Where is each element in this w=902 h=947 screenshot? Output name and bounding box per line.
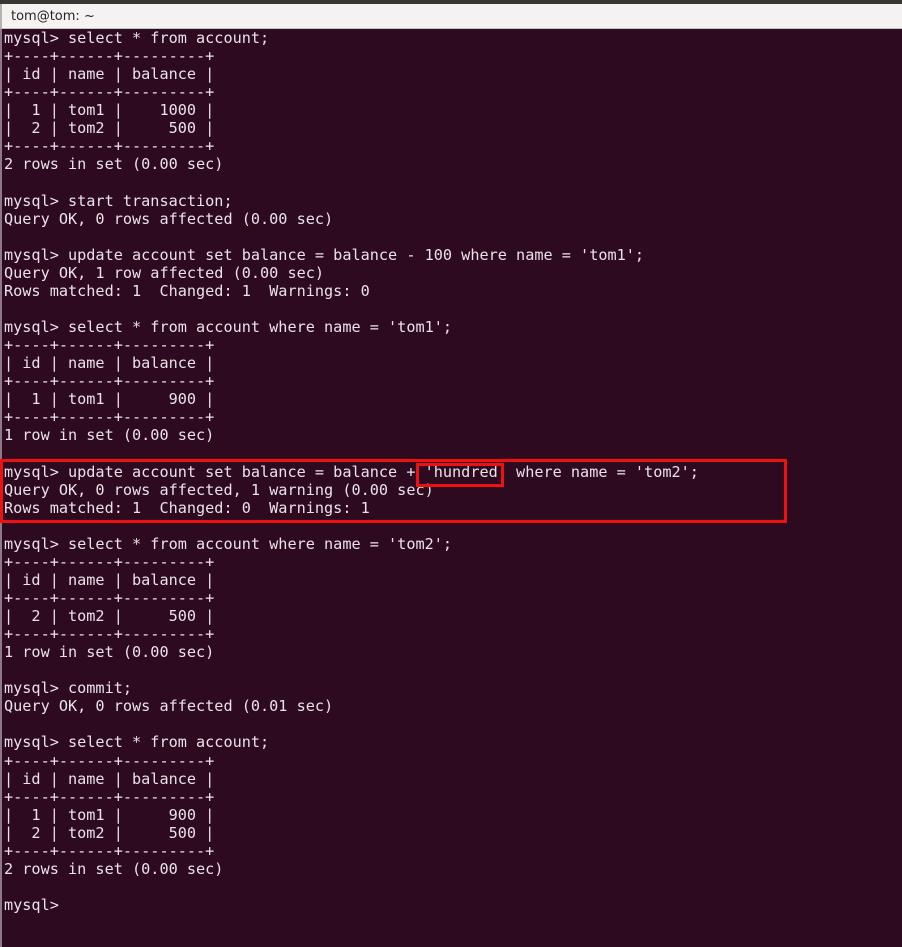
terminal-line: mysql> update account set balance = bala… [4,245,645,264]
terminal-line: +----+------+---------+ [4,841,215,860]
terminal-line: | id | name | balance | [4,570,215,589]
terminal-line: | 1 | tom1 | 900 | [4,805,215,824]
terminal-line: +----+------+---------+ [4,552,215,571]
window-title: tom@tom: ~ [11,9,95,24]
terminal-line: mysql> [4,896,69,914]
terminal-line: Query OK, 0 rows affected (0.01 sec) [4,697,334,716]
terminal-line: +----+------+---------+ [4,751,215,770]
terminal-line: +----+------+---------+ [4,787,215,806]
terminal-line: Rows matched: 1 Changed: 0 Warnings: 1 [4,498,370,517]
terminal-text-buffer: mysql> select * from account; +----+-----… [4,29,699,914]
terminal-line: 2 rows in set (0.00 sec) [4,859,224,878]
terminal-line: 1 row in set (0.00 sec) [4,426,215,445]
terminal-line: | id | name | balance | [4,65,215,84]
terminal-line: mysql> select * from account where name … [4,534,453,553]
terminal-line: mysql> select * from account where name … [4,318,453,336]
terminal-line: +----+------+---------+ [4,336,215,355]
terminal-line: Rows matched: 1 Changed: 1 Warnings: 0 [4,281,370,300]
terminal-line: Query OK, 0 rows affected, 1 warning (0.… [4,480,434,499]
terminal-line: +----+------+---------+ [4,588,215,607]
terminal-line: 1 row in set (0.00 sec) [4,643,215,662]
terminal-line: +----+------+---------+ [4,372,215,391]
terminal-line: mysql> select * from account; [4,733,270,752]
terminal-line: +----+------+---------+ [4,625,215,644]
terminal-line: | 2 | tom2 | 500 | [4,607,215,625]
terminal-window: tom@tom: ~ mysql> select * from account;… [0,0,902,947]
terminal-line: Query OK, 0 rows affected (0.00 sec) [4,209,334,228]
terminal-output-area[interactable]: mysql> select * from account; +----+-----… [0,29,902,947]
terminal-line: mysql> select * from account; [4,29,270,47]
terminal-left-edge [0,29,2,947]
terminal-line: | id | name | balance | [4,354,215,373]
terminal-line: | 2 | tom2 | 500 | [4,823,215,842]
terminal-line: | 2 | tom2 | 500 | [4,119,215,138]
terminal-line: +----+------+---------+ [4,408,215,427]
terminal-line: mysql> commit; [4,679,133,698]
terminal-line: +----+------+---------+ [4,83,215,102]
terminal-line: +----+------+---------+ [4,47,215,66]
terminal-line: | id | name | balance | [4,769,215,788]
terminal-line: +----+------+---------+ [4,137,215,156]
titlebar-accent-bar [0,4,2,29]
terminal-line: mysql> update account set balance = bala… [4,462,699,481]
terminal-line: 2 rows in set (0.00 sec) [4,155,224,174]
terminal-line: mysql> start transaction; [4,191,233,210]
terminal-line: | 1 | tom1 | 900 | [4,390,215,409]
window-titlebar[interactable]: tom@tom: ~ [0,4,902,29]
terminal-line: | 1 | tom1 | 1000 | [4,101,215,120]
terminal-line: Query OK, 1 row affected (0.00 sec) [4,263,325,282]
